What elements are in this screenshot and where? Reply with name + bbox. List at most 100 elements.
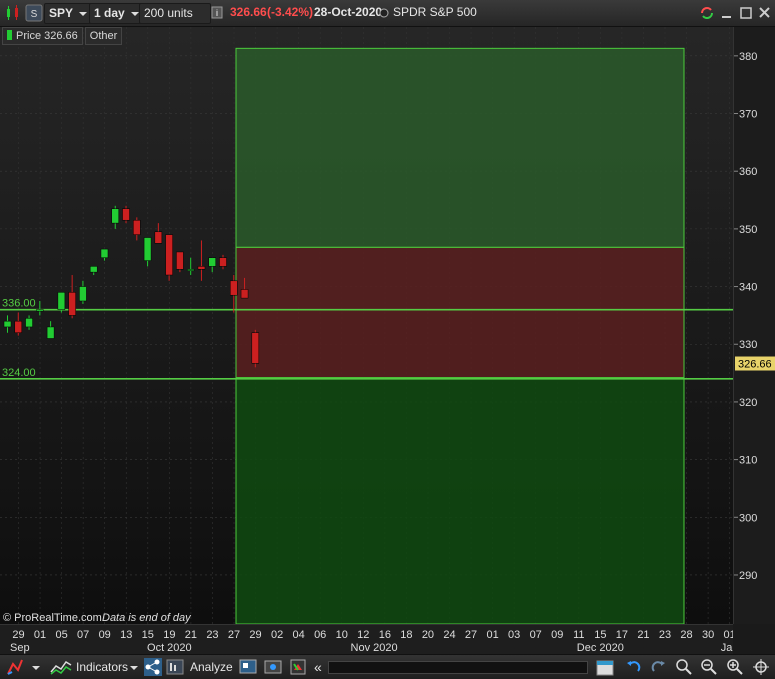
symbol-selector[interactable]: SPY — [44, 3, 94, 24]
x-day-label: 03 — [508, 629, 520, 641]
indicators-button[interactable]: Indicators — [76, 657, 128, 677]
crosshair-icon[interactable] — [752, 658, 770, 676]
layout-icon[interactable] — [239, 658, 257, 676]
x-day-label: 13 — [120, 629, 132, 641]
price-axis-canvas: 380 370 360 350 340 330 320 310 300 290 326.66 — [734, 51, 775, 582]
legend-price-label: Price 326.66 — [16, 30, 78, 42]
candlestick-icon[interactable] — [4, 4, 22, 22]
legend-price[interactable]: Price 326.66 — [2, 27, 83, 45]
chart-canvas[interactable]: 336.00 324.00 © ProRealTime.com Data is end… — [0, 27, 733, 624]
x-day-label: 02 — [271, 629, 283, 641]
zoom-in-icon[interactable] — [726, 658, 744, 676]
x-day-label: 09 — [551, 629, 563, 641]
maximize-icon[interactable] — [737, 4, 755, 22]
share-icon[interactable] — [144, 658, 162, 676]
refresh-icon[interactable] — [698, 4, 716, 22]
red-zone — [235, 246, 685, 379]
drawing-tools-icon[interactable] — [6, 658, 24, 676]
current-price: 326.66 — [230, 5, 267, 19]
candle-body — [46, 326, 55, 339]
y-tick-label: 370 — [739, 109, 757, 121]
date-axis[interactable]: 29 01 05 07 09 13 15 19 21 23 27 29 02 04 06 10 12 16 18 20… — [0, 624, 739, 655]
candle-body — [154, 231, 163, 244]
indicators-icon[interactable] — [50, 658, 72, 676]
minimize-icon[interactable] — [718, 4, 736, 22]
candle-body — [3, 320, 12, 328]
y-tick-label: 290 — [739, 570, 757, 582]
x-day-label: 23 — [659, 629, 671, 641]
x-day-label: 09 — [99, 629, 111, 641]
chevron-down-icon — [79, 11, 88, 16]
price-axis[interactable]: 380 370 360 350 340 330 320 310 300 290 326.66 — [733, 27, 775, 624]
upper-level-label: 336.00 — [2, 298, 36, 310]
x-day-label: 07 — [530, 629, 542, 641]
candle-body — [89, 266, 98, 273]
zoom-fit-icon[interactable] — [675, 658, 693, 676]
time-scrollbar[interactable] — [328, 661, 588, 674]
x-day-label: 04 — [293, 629, 305, 641]
analyze-button[interactable]: Analyze — [190, 657, 233, 677]
timeframe-selector[interactable]: 1 day — [89, 3, 145, 24]
candle-body — [208, 257, 216, 267]
x-day-label: 21 — [185, 629, 197, 641]
upper-green-zone — [235, 47, 685, 248]
x-day-label: 06 — [314, 629, 326, 641]
candle-body — [251, 332, 260, 364]
chevron-down-icon — [130, 11, 139, 16]
scroll-left-icon[interactable]: « — [314, 657, 322, 677]
undo-icon[interactable] — [624, 658, 642, 676]
zoom-out-icon[interactable] — [700, 658, 718, 676]
x-day-label: 21 — [637, 629, 649, 641]
redo-icon[interactable] — [650, 658, 668, 676]
candle-body — [219, 257, 227, 267]
candle-body — [133, 219, 141, 235]
chevron-down-icon — [130, 665, 138, 670]
candle-body — [36, 309, 44, 312]
x-day-label: 01 — [724, 629, 733, 641]
x-day-label: 30 — [702, 629, 714, 641]
x-day-label: 23 — [206, 629, 218, 641]
x-month-label: Dec 2020 — [577, 642, 624, 654]
x-month-label: Nov 2020 — [351, 642, 398, 654]
data-note: Data is end of day — [102, 612, 192, 624]
x-day-label: 16 — [379, 629, 391, 641]
y-tick-label: 340 — [739, 282, 757, 294]
candle-body — [186, 269, 195, 272]
chart-legend: Price 326.66 Other — [2, 27, 124, 45]
x-day-label: 27 — [228, 629, 240, 641]
info-icon[interactable]: i — [211, 3, 223, 22]
analyze-icon[interactable] — [166, 658, 184, 676]
lower-level-label: 324.00 — [2, 367, 36, 379]
candle-body — [25, 318, 33, 328]
screenshot-icon[interactable] — [264, 658, 282, 676]
quote-date: 28-Oct-2020 — [314, 5, 383, 19]
lower-green-zone — [235, 377, 685, 624]
symbol-search-icon[interactable]: S — [25, 4, 43, 22]
chevron-down-icon — [32, 665, 40, 670]
close-icon[interactable] — [756, 4, 774, 22]
legend-other[interactable]: Other — [84, 27, 123, 45]
x-day-label: 15 — [594, 629, 606, 641]
price-change: (-3.42%) — [267, 5, 314, 19]
x-day-label: 24 — [443, 629, 455, 641]
candle-body — [79, 286, 87, 302]
watermark: © ProRealTime.com — [3, 612, 102, 624]
x-day-label: 05 — [55, 629, 67, 641]
candle-body — [143, 237, 152, 261]
x-month-label: Jan — [721, 642, 733, 654]
indicators-dropdown[interactable] — [130, 657, 138, 677]
x-day-label: 12 — [357, 629, 369, 641]
x-day-label: 18 — [400, 629, 412, 641]
y-tick-label: 350 — [739, 224, 757, 236]
x-month-label: Sep — [10, 642, 30, 654]
units-selector[interactable]: 200 units — [139, 3, 211, 35]
x-day-label: 29 — [12, 629, 24, 641]
candle-body — [122, 208, 130, 221]
drawing-tools-dropdown[interactable] — [32, 657, 40, 677]
trading-icon[interactable] — [289, 658, 307, 676]
current-price-tag-label: 326.66 — [738, 359, 772, 371]
calendar-icon[interactable] — [596, 658, 614, 676]
price-chart[interactable]: 336.00 324.00 © ProRealTime.com Data is end… — [0, 27, 733, 624]
candle-body — [240, 289, 249, 299]
instrument-name: SPDR S&P 500 — [393, 5, 477, 19]
